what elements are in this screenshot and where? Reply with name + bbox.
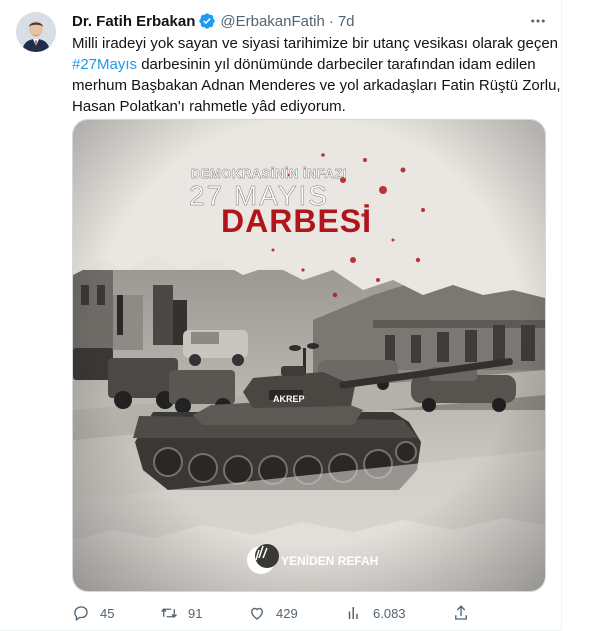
share-icon: [455, 605, 467, 620]
reply-count: 45: [100, 605, 115, 621]
share-button[interactable]: [452, 601, 470, 625]
tweet-text-line: merhum Başbakan Adnan Menderes ve yol ar…: [72, 77, 561, 94]
avatar[interactable]: [16, 12, 56, 52]
timestamp[interactable]: 7d: [338, 13, 355, 30]
tweet-text-fragment: darbesinin yıl dönümünde darbeciler tara…: [141, 56, 536, 73]
tweet-text: Milli iradeyi yok sayan ve siyasi tarihi…: [72, 33, 561, 117]
tweet-image[interactable]: DEMOKRASİNİN İNFAZI 27 MAYIS DARBESİ AKR…: [72, 119, 546, 592]
like-button[interactable]: 429: [248, 601, 298, 625]
handle[interactable]: @ErbakanFatih: [220, 13, 324, 30]
display-name[interactable]: Dr. Fatih Erbakan: [72, 13, 195, 30]
views-icon: [348, 607, 358, 619]
tweet-text-line: #27Mayıs darbesinin yıl dönümünde darbec…: [72, 54, 547, 75]
headline-line-1: DEMOKRASİNİN İNFAZI: [191, 166, 347, 181]
like-count: 429: [276, 605, 298, 621]
retweet-button[interactable]: 91: [160, 601, 202, 625]
tweet-actions: 45 91 429 6.083: [72, 601, 472, 625]
verified-badge-icon: [199, 13, 216, 29]
views-count: 6.083: [373, 605, 406, 621]
views-button[interactable]: 6.083: [345, 601, 406, 625]
tweet-text-line: Milli iradeyi yok sayan ve siyasi tarihi…: [72, 35, 559, 52]
reply-button[interactable]: 45: [72, 601, 114, 625]
separator-dot: ·: [328, 12, 334, 30]
reply-icon: [74, 606, 88, 622]
tweet-header: Dr. Fatih Erbakan @ErbakanFatih · 7d: [72, 11, 355, 31]
headline-line-3: DARBESİ: [221, 203, 372, 239]
more-icon: [531, 19, 545, 23]
retweet-icon: [161, 608, 177, 618]
retweet-count: 91: [188, 605, 203, 621]
brand-name: YENİDEN REFAH: [281, 553, 378, 568]
more-button[interactable]: [527, 10, 549, 32]
hashtag-link[interactable]: #27Mayıs: [72, 56, 137, 73]
tweet[interactable]: Dr. Fatih Erbakan @ErbakanFatih · 7d Mil…: [0, 0, 561, 631]
tweet-text-line: Hasan Polatkan'ı rahmetle yâd ediyorum.: [72, 98, 346, 115]
like-icon: [251, 607, 263, 620]
tank-label: AKREP: [273, 394, 305, 404]
timeline-right-border: [561, 0, 562, 631]
